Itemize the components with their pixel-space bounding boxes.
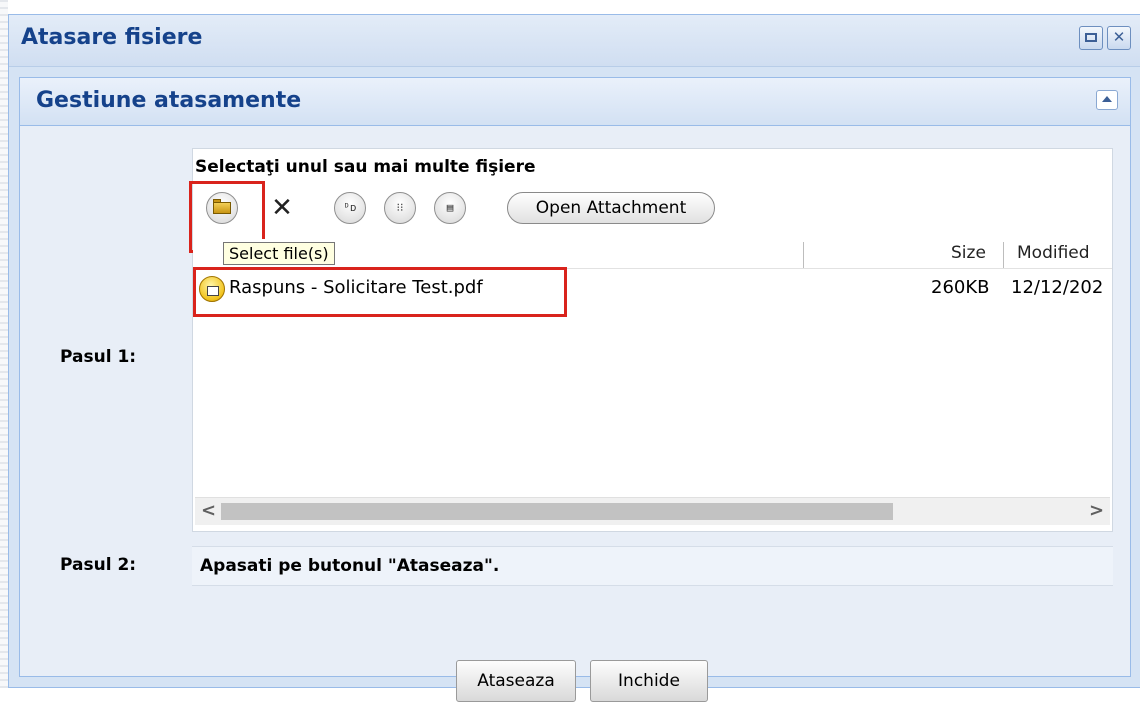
step2-text: Apasati pe butonul "Ataseaza".: [200, 556, 500, 576]
tile-view-button[interactable]: ▤: [434, 192, 466, 224]
tile-view-icon: ▤: [446, 201, 454, 214]
attach-files-dialog: Atasare fisiere ✕ Gestiune atasamente Pa…: [8, 14, 1140, 702]
uploader-heading: Selectaţi unul sau mai multe fişiere: [195, 157, 536, 177]
remove-file-icon[interactable]: ✕: [270, 195, 294, 221]
step2-label: Pasul 2:: [60, 555, 137, 575]
open-attachment-button[interactable]: Open Attachment: [507, 192, 715, 224]
step2-instruction: Apasati pe butonul "Ataseaza".: [192, 546, 1113, 586]
step1-label: Pasul 1:: [60, 347, 137, 367]
attach-button[interactable]: Ataseaza: [456, 660, 576, 702]
list-view-icon: ⁝⁝: [396, 201, 404, 214]
horizontal-scrollbar[interactable]: < >: [195, 497, 1110, 525]
attachments-panel: Gestiune atasamente Pasul 1: Selectaţi u…: [19, 77, 1131, 702]
column-size[interactable]: Size: [951, 243, 986, 263]
background-strip: [0, 0, 8, 688]
detail-view-button[interactable]: ᴰᴅ: [334, 192, 366, 224]
select-files-tooltip: Select file(s): [223, 242, 335, 265]
column-modified[interactable]: Modified: [1017, 243, 1090, 263]
pdf-file-icon: [199, 276, 225, 302]
file-size: 260KB: [931, 277, 990, 298]
maximize-icon[interactable]: [1079, 26, 1103, 50]
panel-header: Gestiune atasamente: [20, 78, 1130, 126]
scroll-left-icon[interactable]: <: [201, 500, 216, 521]
close-button[interactable]: Inchide: [590, 660, 708, 702]
file-uploader: Selectaţi unul sau mai multe fişiere ✕ ᴰ…: [189, 148, 1113, 532]
column-separator[interactable]: [803, 242, 804, 268]
dialog-title: Atasare fisiere: [21, 25, 203, 50]
form-body: Pasul 1: Selectaţi unul sau mai multe fi…: [20, 126, 1130, 702]
collapse-icon[interactable]: [1096, 90, 1118, 110]
dialog-header[interactable]: Atasare fisiere ✕: [9, 15, 1140, 67]
file-name: Raspuns - Solicitare Test.pdf: [229, 277, 483, 298]
scroll-right-icon[interactable]: >: [1089, 500, 1104, 521]
column-separator[interactable]: [1003, 242, 1004, 268]
detail-view-icon: ᴰᴅ: [343, 201, 357, 214]
scroll-thumb[interactable]: [221, 503, 893, 520]
select-files-button[interactable]: [206, 192, 238, 224]
list-view-button[interactable]: ⁝⁝: [384, 192, 416, 224]
close-icon[interactable]: ✕: [1107, 26, 1131, 50]
panel-title: Gestiune atasamente: [36, 88, 302, 113]
file-modified: 12/12/202: [1011, 277, 1104, 298]
file-row[interactable]: Raspuns - Solicitare Test.pdf 260KB 12/1…: [193, 272, 1112, 308]
